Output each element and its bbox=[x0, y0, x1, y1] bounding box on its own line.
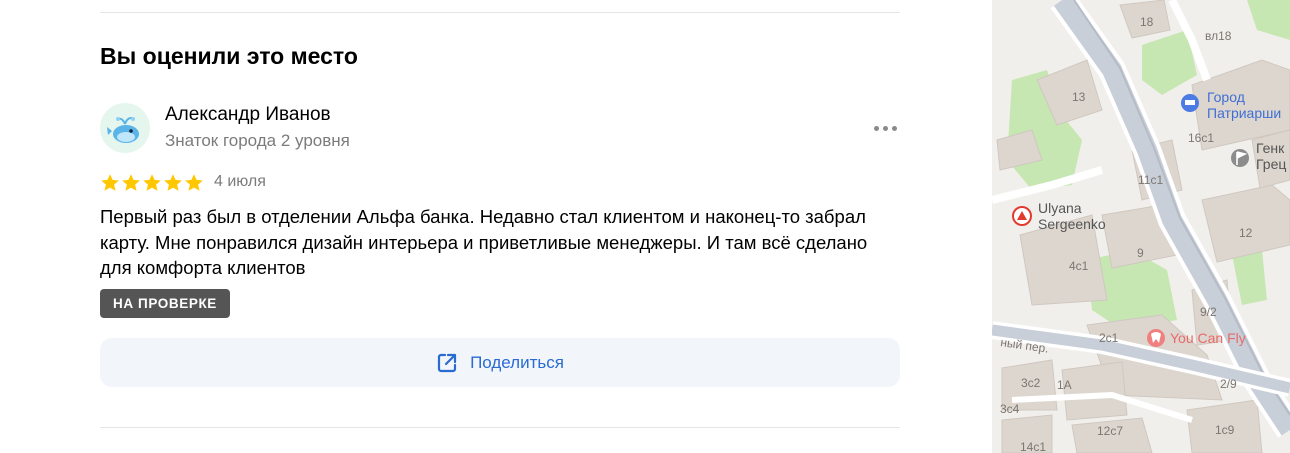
star-icon bbox=[185, 174, 203, 191]
flag-icon bbox=[1231, 149, 1249, 167]
poi-dental: You Can Fly bbox=[1170, 330, 1246, 346]
share-button[interactable]: Поделиться bbox=[100, 338, 900, 387]
poi-store: Sergeenko bbox=[1038, 216, 1106, 232]
poi-store: Ulyana bbox=[1038, 200, 1082, 216]
building-number: вл18 bbox=[1205, 29, 1232, 43]
building-number: 3с4 bbox=[1000, 402, 1020, 416]
bottom-divider bbox=[100, 427, 900, 428]
building-number: 3с2 bbox=[1021, 376, 1041, 390]
whale-icon bbox=[107, 117, 139, 143]
poi-genk: Генк bbox=[1256, 140, 1285, 156]
avatar[interactable] bbox=[100, 103, 150, 153]
review-panel: Вы оценили это место Александр Иванов Зн… bbox=[0, 0, 992, 453]
status-badge: НА ПРОВЕРКЕ bbox=[100, 289, 230, 318]
poi-genk: Грец bbox=[1256, 156, 1286, 172]
share-label: Поделиться bbox=[470, 352, 564, 372]
building-number: 2/9 bbox=[1220, 377, 1237, 391]
star-icon bbox=[164, 174, 182, 191]
star-icon bbox=[101, 174, 119, 191]
section-title: Вы оценили это место bbox=[100, 43, 358, 69]
building-number: 9 bbox=[1137, 246, 1144, 260]
author-level: Знаток города 2 уровня bbox=[165, 131, 350, 150]
building bbox=[1061, 361, 1128, 421]
dot-icon bbox=[882, 125, 888, 131]
rating-stars bbox=[100, 173, 204, 193]
poi-hotel: Патриарши bbox=[1207, 105, 1281, 121]
building-number: 9/2 bbox=[1200, 305, 1217, 319]
poi-hotel: Город bbox=[1207, 89, 1245, 105]
share-icon bbox=[437, 353, 457, 372]
building-number: 14с1 bbox=[1020, 440, 1046, 453]
building-number: 1А bbox=[1057, 378, 1072, 392]
building-number: 11с1 bbox=[1138, 173, 1163, 187]
map-canvas: 18 вл18 13 16с1 11с1 12 9 4с1 9/2 2с1 3с… bbox=[992, 0, 1290, 453]
star-icon bbox=[122, 174, 140, 191]
building-number: 12 bbox=[1239, 226, 1253, 240]
dot-icon bbox=[873, 125, 879, 131]
building-number: 4с1 bbox=[1069, 259, 1089, 273]
review-text: Первый раз был в отделении Альфа банка. … bbox=[100, 206, 868, 278]
top-divider bbox=[100, 12, 900, 13]
dot-icon bbox=[891, 125, 897, 131]
building-number: 1с9 bbox=[1215, 423, 1235, 437]
more-options-button[interactable] bbox=[868, 116, 902, 140]
map[interactable]: 18 вл18 13 16с1 11с1 12 9 4с1 9/2 2с1 3с… bbox=[992, 0, 1290, 453]
star-icon bbox=[143, 174, 161, 191]
building-number: 13 bbox=[1072, 90, 1086, 104]
building-number: 16с1 bbox=[1188, 131, 1214, 145]
building-number: 12с7 bbox=[1097, 424, 1123, 438]
building-number: 18 bbox=[1140, 15, 1154, 29]
review-date: 4 июля bbox=[214, 173, 266, 190]
author-name[interactable]: Александр Иванов bbox=[165, 104, 331, 126]
building-number: 2с1 bbox=[1099, 331, 1119, 345]
